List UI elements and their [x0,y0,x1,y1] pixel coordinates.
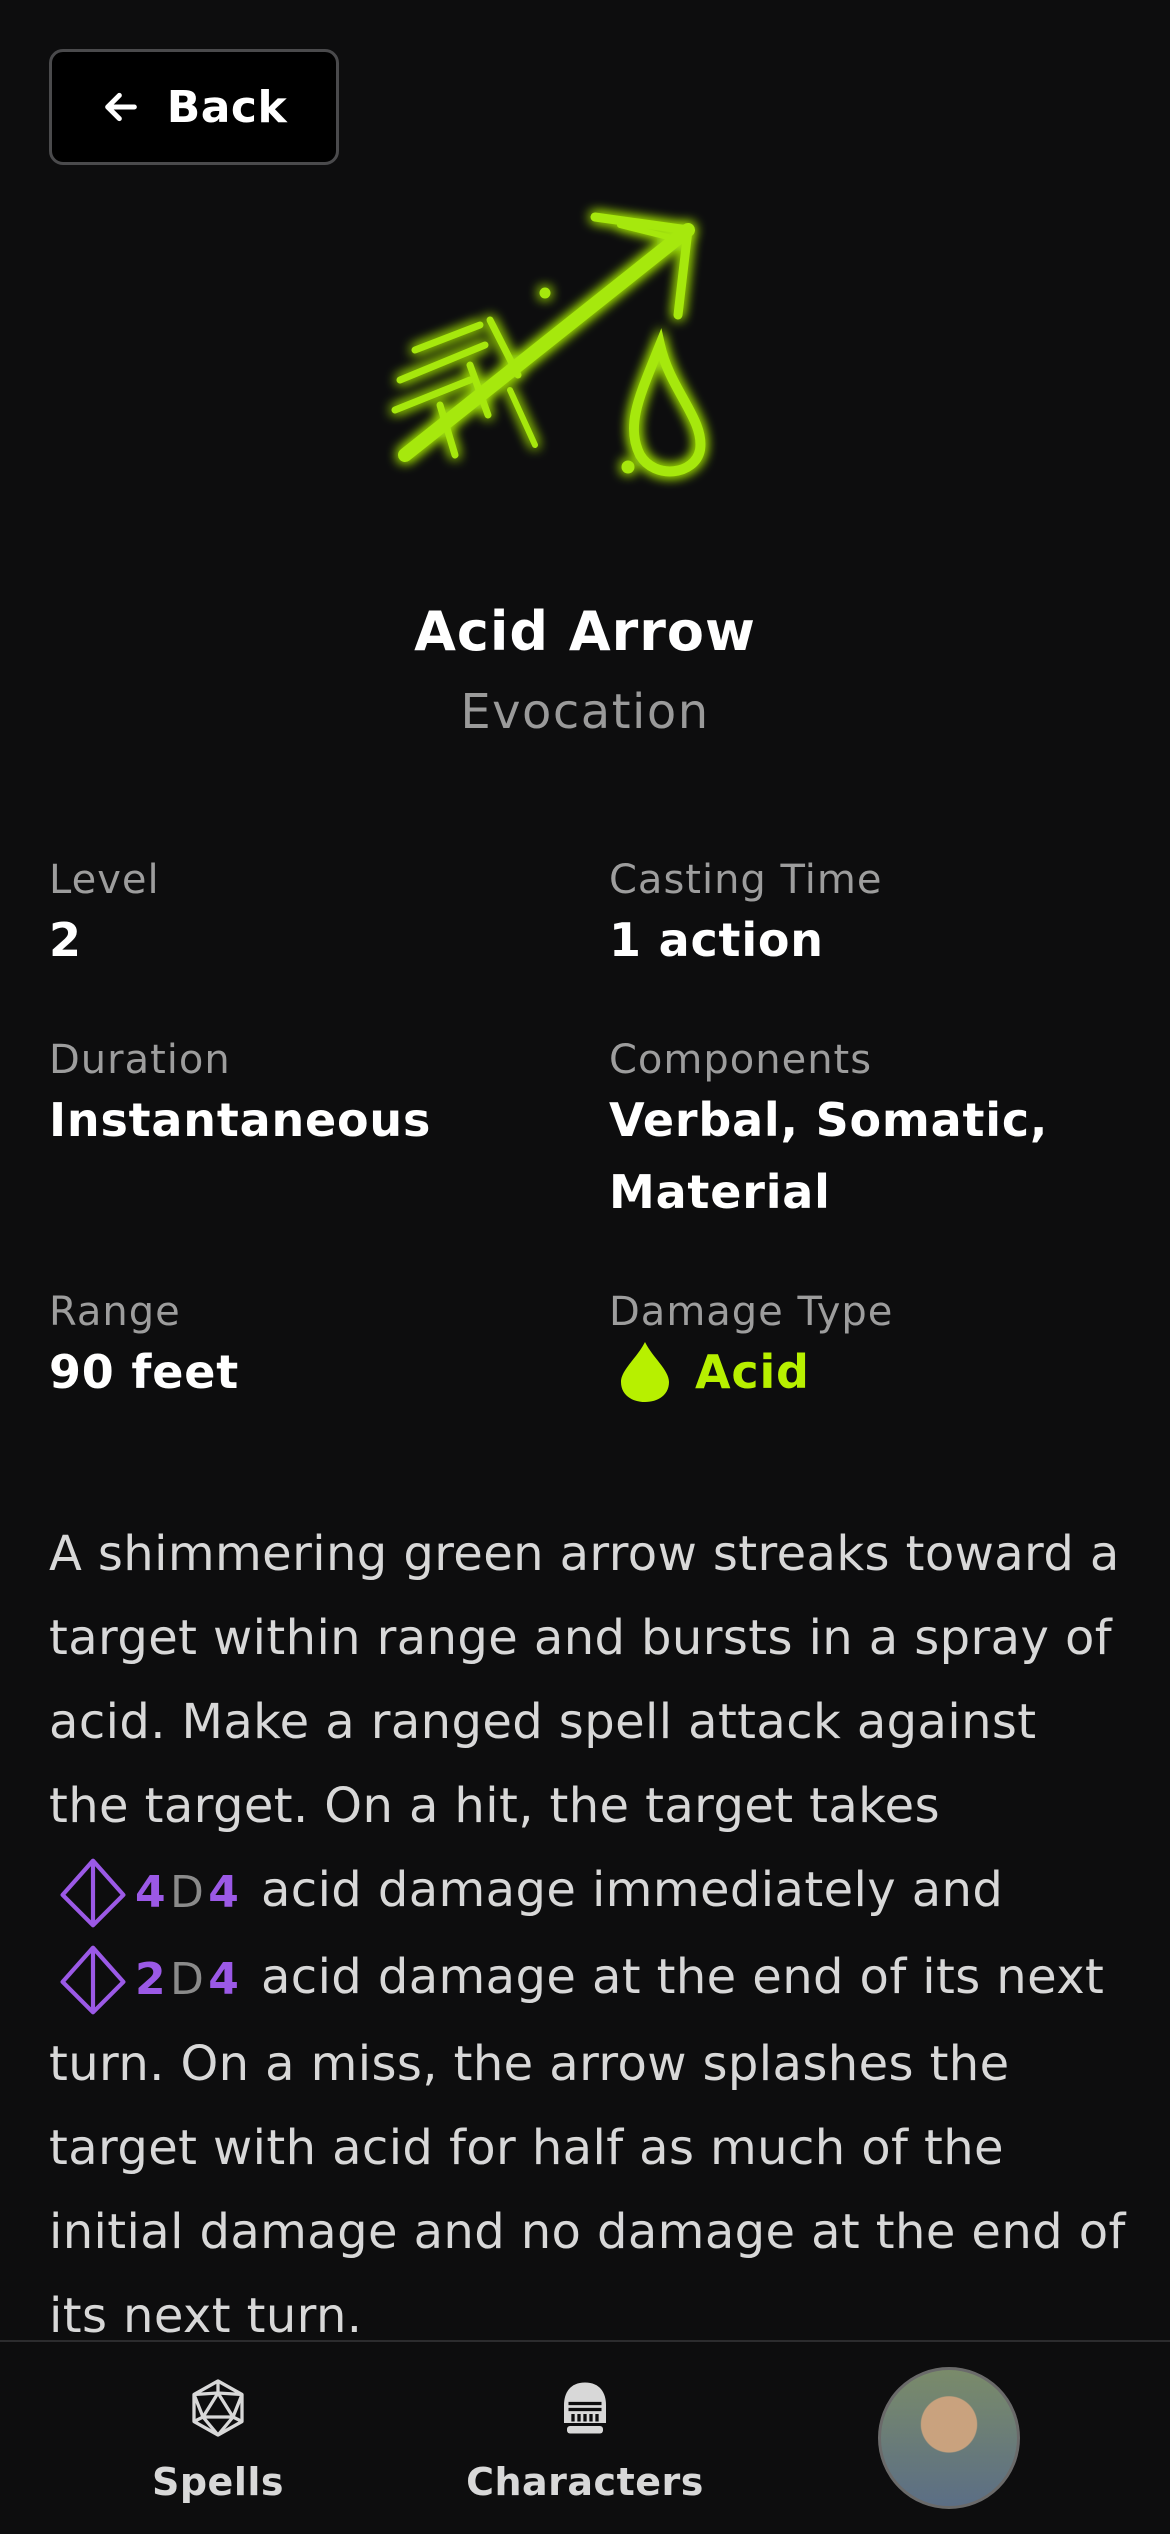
tab-label: Spells [151,2460,284,2504]
description-text: acid damage immediately and [245,1862,1004,1918]
d20-icon [192,2379,244,2437]
back-label: Back [166,81,288,133]
dice-roll-2d4[interactable]: 2D4 [55,1938,239,2022]
stat-label: Casting Time [609,857,883,903]
avatar[interactable] [878,2367,1020,2509]
stat-components: Components Verbal, Somatic, Material [609,1036,1129,1228]
stat-level: Level 2 [49,856,569,976]
knight-helmet-icon [564,2382,606,2434]
spell-description: A shimmering green arrow streaks toward … [49,1512,1129,2358]
stat-value: 2 [49,913,82,967]
dice-d: D [170,1867,205,1918]
stat-value: 1 action [609,913,824,967]
d4-dice-icon [60,1858,126,1928]
stat-value: Verbal, Somatic, Material [609,1093,1049,1219]
stat-casting-time: Casting Time 1 action [609,856,1129,976]
arrow-left-icon [104,92,137,122]
damage-type-value: Acid [609,1336,1129,1408]
tab-characters[interactable]: Characters [455,2342,715,2534]
stat-damage-type: Damage Type Acid [609,1288,1129,1408]
dice-sides: 4 [208,1954,240,2005]
acid-drop-icon [621,1342,669,1402]
stat-label: Duration [49,1037,231,1083]
dice-count: 4 [135,1867,167,1918]
stat-duration: Duration Instantaneous [49,1036,569,1156]
dice-d: D [170,1954,205,2005]
stat-value: Instantaneous [49,1093,432,1147]
dice-count: 2 [135,1954,167,2005]
spell-school: Evocation [460,684,710,740]
stat-range: Range 90 feet [49,1288,569,1408]
description-text: A shimmering green arrow streaks toward … [49,1526,1120,1834]
spell-name: Acid Arrow [414,600,756,663]
dice-roll-4d4[interactable]: 4D4 [55,1851,239,1935]
tab-spells[interactable]: Spells [88,2342,348,2534]
stat-label: Level [49,857,160,903]
tab-label: Characters [466,2460,704,2504]
acid-arrow-icon [391,212,706,477]
stat-value: 90 feet [49,1345,240,1399]
stat-label: Damage Type [609,1289,894,1335]
damage-type-label: Acid [695,1345,810,1399]
stat-label: Range [49,1289,181,1335]
dice-sides: 4 [208,1867,240,1918]
stat-label: Components [609,1037,873,1083]
back-button[interactable]: Back [49,49,339,165]
d4-dice-icon [60,1945,126,2015]
